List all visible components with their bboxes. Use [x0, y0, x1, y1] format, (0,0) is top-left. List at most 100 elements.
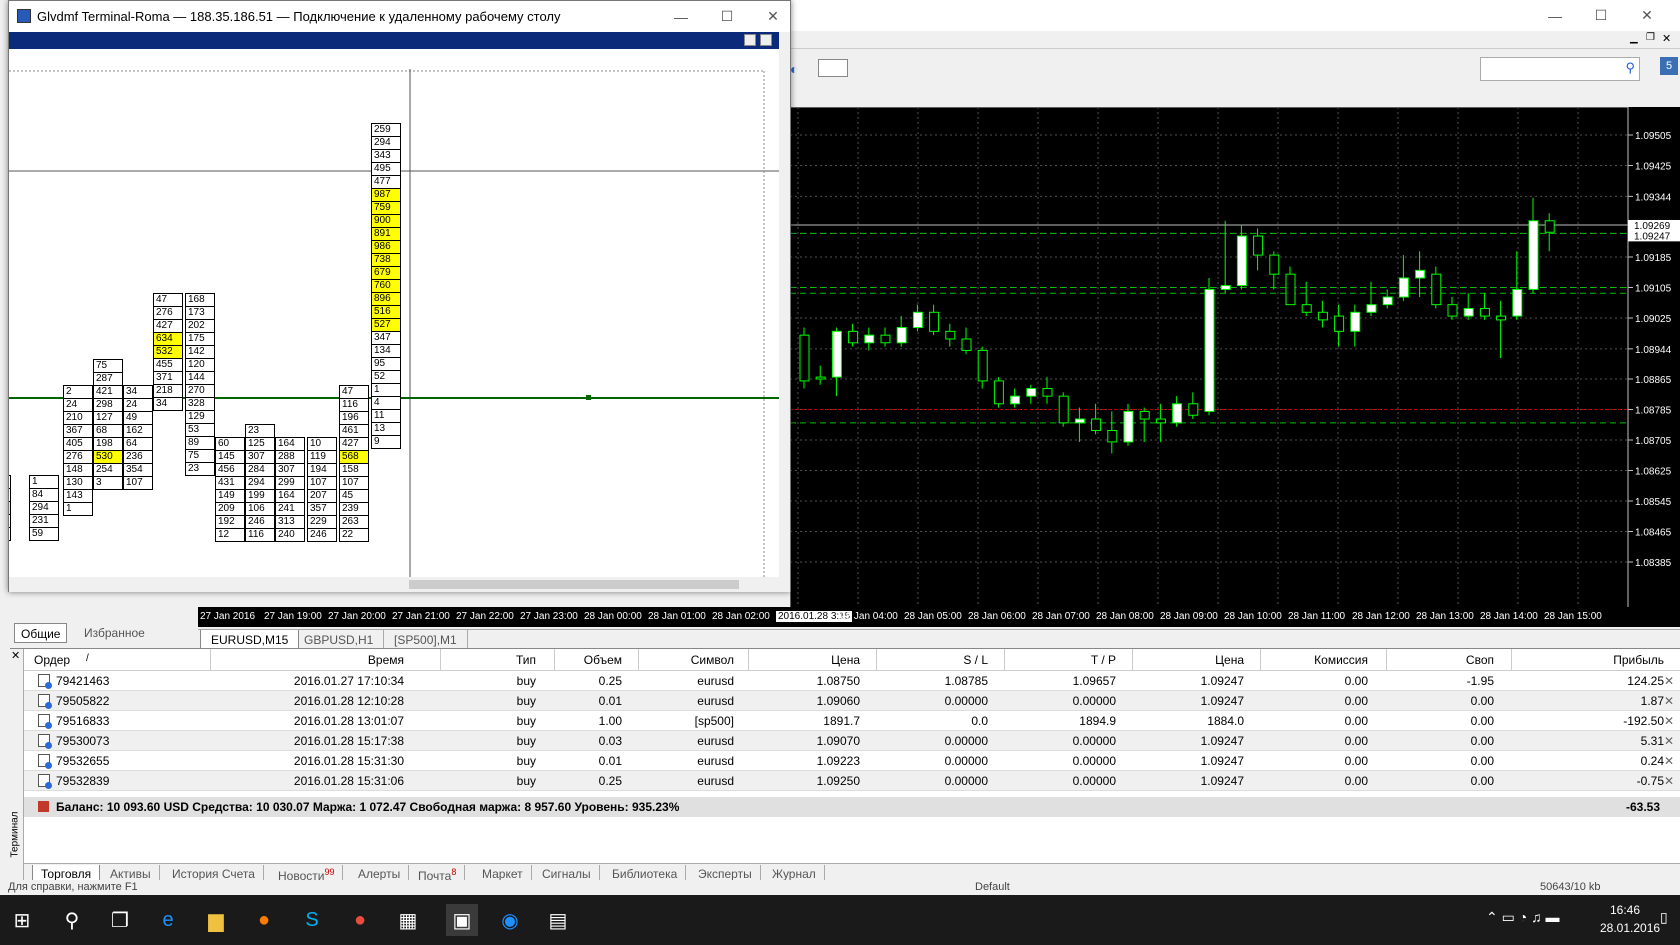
- rdp-maximize-icon[interactable]: ☐: [704, 1, 750, 32]
- search-input[interactable]: ⚲: [1480, 57, 1640, 81]
- footprint-cell: 263: [339, 515, 369, 529]
- cell-type: buy: [516, 734, 536, 748]
- column-header-tp[interactable]: T / P: [1091, 653, 1116, 667]
- tray-icons[interactable]: ⌃ ▭ ◔ ♫ ▬: [1486, 909, 1559, 926]
- footprint-cell: 568: [339, 450, 369, 464]
- table-row[interactable]: 79505822 2016.01.28 12:10:28 buy 0.01 eurusd…: [24, 691, 1680, 711]
- chart-tab[interactable]: GBPUSD,H1: [294, 630, 385, 649]
- table-row[interactable]: 79516833 2016.01.28 13:01:07 buy 1.00 [sp500…: [24, 711, 1680, 731]
- windows-start-icon[interactable]: ⊞: [6, 904, 38, 936]
- clapper-icon[interactable]: ▦: [392, 904, 424, 936]
- footprint-cell: 125: [245, 437, 275, 451]
- footprint-cell: 202: [185, 319, 215, 333]
- cell-swap: 0.00: [1470, 714, 1494, 728]
- candle-body: [1350, 311, 1361, 332]
- mdi-minimize-icon[interactable]: ▁: [1630, 33, 1638, 44]
- footprint-chart[interactable]: 5561952401842942315922421036740527614813…: [9, 49, 779, 577]
- column-header-profit[interactable]: Прибыль: [1613, 653, 1664, 667]
- chart-tab[interactable]: [SP500],M1: [384, 630, 468, 649]
- column-header-sl[interactable]: S / L: [963, 653, 988, 667]
- navigator-tab[interactable]: Избранное: [78, 623, 151, 643]
- cell-tp: 0.00000: [1072, 734, 1116, 748]
- close-order-icon[interactable]: ✕: [1664, 754, 1674, 768]
- scroll-thumb[interactable]: [409, 580, 739, 589]
- mdi-restore-icon[interactable]: ❐: [1646, 32, 1655, 43]
- close-order-icon[interactable]: ✕: [1664, 734, 1674, 748]
- rdp-taskbar-icon[interactable]: ▣: [446, 904, 478, 936]
- main-chart[interactable]: 1.09505 1.09425 1.09344 1.092691.09247 1.091…: [789, 106, 1680, 628]
- column-header-symbol[interactable]: Символ: [691, 653, 734, 667]
- table-row[interactable]: 79421463 2016.01.27 17:10:34 buy 0.25 eurusd…: [24, 671, 1680, 691]
- chart-tab[interactable]: EURUSD,M15: [200, 630, 300, 649]
- minimize-icon[interactable]: —: [1532, 0, 1578, 31]
- rdp-close-icon[interactable]: ✕: [750, 1, 796, 32]
- clock-date[interactable]: 28.01.2016: [1600, 921, 1660, 935]
- templates-icon[interactable]: [818, 59, 848, 77]
- rdp-mdi-minimize-icon[interactable]: [744, 34, 756, 46]
- tab-label: История Счета: [172, 867, 255, 881]
- notifications-icon[interactable]: ▯: [1660, 909, 1668, 926]
- search-icon[interactable]: ⚲: [1625, 60, 1635, 76]
- firefox-icon[interactable]: ●: [248, 904, 280, 936]
- task-view-icon[interactable]: ❐: [104, 904, 136, 936]
- column-header-swap[interactable]: Своп: [1466, 653, 1494, 667]
- footprint-cell: 527: [371, 318, 401, 332]
- cell-sl: 0.00000: [944, 754, 988, 768]
- candle-body: [1366, 304, 1377, 313]
- search-taskbar-icon[interactable]: ⚲: [56, 904, 88, 936]
- edge-icon[interactable]: e: [152, 904, 184, 936]
- footprint-cell: 107: [339, 476, 369, 490]
- ask-price: 1.09247: [1634, 231, 1671, 242]
- close-order-icon[interactable]: ✕: [1664, 774, 1674, 788]
- cell-profit: 124.25: [1627, 674, 1664, 688]
- folder-icon[interactable]: ▆: [200, 904, 232, 936]
- column-header-time[interactable]: Время: [368, 653, 404, 667]
- app-icon[interactable]: ●: [344, 904, 376, 936]
- balance-icon: [38, 801, 49, 812]
- price-label: 1.09185: [1635, 253, 1672, 264]
- cell-symbol: [sp500]: [694, 714, 734, 728]
- time-tick: 27 Jan 23:00: [520, 611, 578, 622]
- column-header-commission[interactable]: Комиссия: [1314, 653, 1368, 667]
- footprint-cell: 891: [371, 227, 401, 241]
- skype-icon[interactable]: S: [296, 904, 328, 936]
- cell-symbol: eurusd: [697, 774, 734, 788]
- footprint-cell: 164: [275, 437, 305, 451]
- column-header-type[interactable]: Тип: [516, 653, 536, 667]
- terminal-close-icon[interactable]: ✕: [11, 649, 20, 662]
- footprint-cell: 120: [185, 358, 215, 372]
- rdp-mdi-bar: [9, 32, 790, 49]
- navigator-tab[interactable]: Общие: [14, 623, 68, 643]
- table-row[interactable]: 79530073 2016.01.28 15:17:38 buy 0.03 eurusd…: [24, 731, 1680, 751]
- rdp-horizontal-scrollbar[interactable]: [9, 577, 790, 592]
- calculator-icon[interactable]: ▤: [542, 904, 574, 936]
- column-header-volume[interactable]: Объем: [584, 653, 622, 667]
- cell-price: 1.09060: [816, 694, 860, 708]
- chart-shift-icon[interactable]: ◐: [790, 61, 798, 77]
- close-icon[interactable]: ✕: [1624, 0, 1670, 31]
- candle-body: [912, 311, 923, 329]
- close-order-icon[interactable]: ✕: [1664, 714, 1674, 728]
- close-order-icon[interactable]: ✕: [1664, 694, 1674, 708]
- chat-icon[interactable]: 5: [1660, 57, 1678, 75]
- footprint-cell: 12: [215, 528, 245, 542]
- mdi-close-icon[interactable]: ✕: [1662, 32, 1671, 45]
- rdp-mdi-restore-icon[interactable]: [760, 34, 772, 46]
- column-divider: [1386, 649, 1387, 671]
- maximize-icon[interactable]: ☐: [1578, 0, 1624, 31]
- footprint-cell: 276: [63, 450, 93, 464]
- footprint-cell: 106: [245, 502, 275, 516]
- teamviewer-icon[interactable]: ◉: [494, 904, 526, 936]
- rdp-vertical-scrollbar[interactable]: [779, 32, 790, 577]
- tab-label: Сигналы: [542, 867, 591, 881]
- table-row[interactable]: 79532655 2016.01.28 15:31:30 buy 0.01 eurusd…: [24, 751, 1680, 771]
- column-header-order[interactable]: Ордер: [34, 653, 70, 667]
- cell-volume: 0.01: [598, 754, 622, 768]
- column-header-price[interactable]: Цена: [831, 653, 860, 667]
- table-row[interactable]: 79532839 2016.01.28 15:31:06 buy 0.25 eurusd…: [24, 771, 1680, 791]
- clock-time[interactable]: 16:46: [1610, 903, 1640, 917]
- rdp-minimize-icon[interactable]: —: [658, 1, 704, 32]
- column-header-cur_price[interactable]: Цена: [1215, 653, 1244, 667]
- candle-body: [977, 349, 988, 382]
- close-order-icon[interactable]: ✕: [1664, 674, 1674, 688]
